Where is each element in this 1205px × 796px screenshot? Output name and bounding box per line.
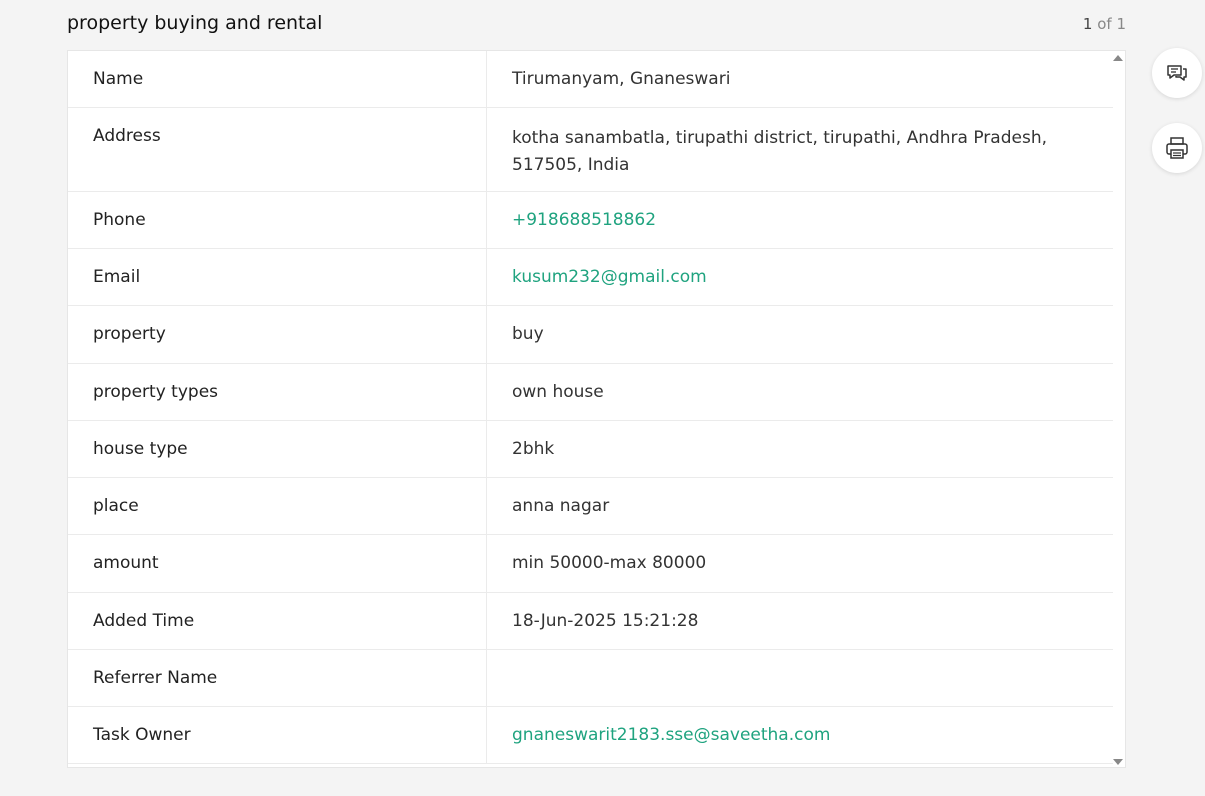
field-label: property — [68, 306, 487, 363]
scrollbar[interactable] — [1111, 51, 1125, 767]
field-label: amount — [68, 535, 487, 592]
table-row: Referrer Name — [68, 650, 1113, 707]
pager: 1 of 1 — [1083, 15, 1126, 33]
field-value: buy — [512, 324, 544, 344]
table-row: house type 2bhk — [68, 421, 1113, 478]
field-value: Tirumanyam, Gnaneswari — [512, 69, 731, 89]
scroll-up-arrow[interactable] — [1113, 55, 1123, 61]
table-row: place anna nagar — [68, 478, 1113, 535]
field-label: place — [68, 478, 487, 534]
field-label: Phone — [68, 192, 487, 248]
table-row: property types own house — [68, 364, 1113, 421]
table-row: Phone +918688518862 — [68, 192, 1113, 249]
field-label: Added Time — [68, 593, 487, 649]
comment-button[interactable] — [1152, 48, 1202, 98]
record-detail-card: Name Tirumanyam, Gnaneswari Address kotha s… — [67, 50, 1126, 768]
table-row: Added Time 18-Jun-2025 15:21:28 — [68, 593, 1113, 650]
field-value-link[interactable]: +918688518862 — [487, 192, 1113, 248]
table-row: Task Owner gnaneswarit2183.sse@saveetha.c… — [68, 707, 1113, 764]
table-row: amount min 50000-max 80000 — [68, 535, 1113, 593]
record-header: property buying and rental 1 of 1 — [67, 10, 1126, 38]
field-value: min 50000-max 80000 — [512, 553, 707, 573]
field-label: Address — [68, 108, 487, 191]
print-icon — [1166, 137, 1188, 159]
field-label: Email — [68, 249, 487, 305]
field-label: Task Owner — [68, 707, 487, 763]
field-value — [487, 650, 1113, 706]
comment-icon — [1167, 65, 1187, 81]
field-value: own house — [512, 382, 604, 402]
field-value: 2bhk — [512, 439, 555, 459]
page-title: property buying and rental — [67, 12, 323, 34]
print-button[interactable] — [1152, 123, 1202, 173]
table-row: Name Tirumanyam, Gnaneswari — [68, 51, 1113, 108]
field-value: anna nagar — [512, 496, 610, 516]
table-row: Email kusum232@gmail.com — [68, 249, 1113, 306]
scroll-down-arrow[interactable] — [1113, 759, 1123, 765]
record-rows: Name Tirumanyam, Gnaneswari Address kotha s… — [68, 51, 1113, 764]
field-value-link[interactable]: gnaneswarit2183.sse@saveetha.com — [487, 707, 1113, 763]
field-label: Referrer Name — [68, 650, 487, 706]
field-value-link[interactable]: kusum232@gmail.com — [487, 249, 1113, 305]
table-row: Address kotha sanambatla, tirupathi distr… — [68, 108, 1113, 192]
field-label: house type — [68, 421, 487, 477]
field-value: 18-Jun-2025 15:21:28 — [512, 611, 699, 631]
field-value: kotha sanambatla, tirupathi district, ti… — [512, 128, 1048, 175]
field-label: Name — [68, 51, 487, 107]
table-row: property buy — [68, 306, 1113, 364]
field-label: property types — [68, 364, 487, 420]
pager-total: of 1 — [1092, 15, 1126, 33]
